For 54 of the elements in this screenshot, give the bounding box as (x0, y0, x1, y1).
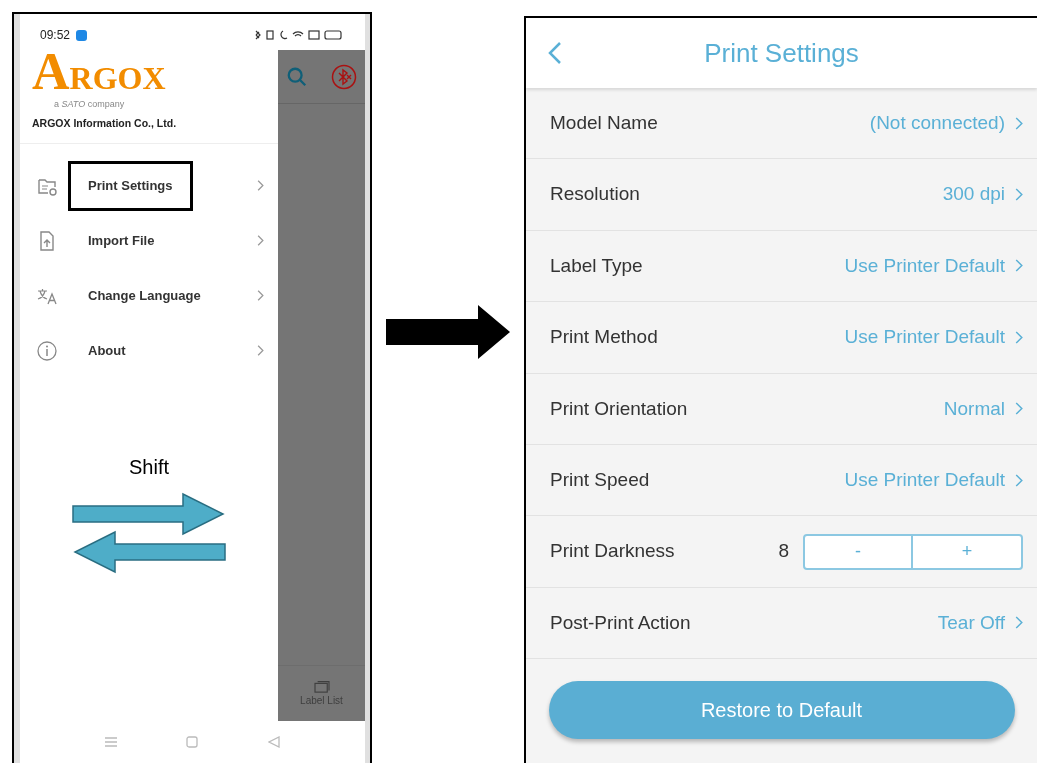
setting-label: Print Speed (550, 467, 650, 492)
setting-label: Print Orientation (550, 396, 688, 421)
app-notification-icon (76, 29, 88, 41)
chevron-right-icon (1015, 259, 1023, 273)
darkness-value: 8 (778, 539, 789, 564)
chevron-right-icon (257, 180, 264, 192)
menu-label: Import File (87, 232, 156, 250)
decrease-button[interactable]: - (803, 533, 913, 570)
chevron-right-icon (1015, 116, 1023, 130)
menu-label: Print Settings (68, 161, 193, 211)
company-name: ARGOX Information Co., Ltd. (32, 115, 178, 131)
chevron-right-icon (257, 235, 264, 247)
info-icon (36, 339, 58, 362)
setting-label: Print Darkness (550, 539, 675, 564)
brand-tagline: a SATO company (54, 98, 126, 111)
chevron-right-icon (1015, 188, 1023, 202)
setting-value-link[interactable]: Normal (943, 394, 1023, 423)
screen-title: Print Settings (704, 36, 859, 70)
setting-value-link[interactable]: Use Printer Default (844, 465, 1023, 495)
setting-label: Resolution (550, 182, 640, 207)
chevron-right-icon (1015, 473, 1023, 487)
drawer-menu-item[interactable]: Print Settings (20, 158, 278, 214)
setting-value-link[interactable]: 300 dpi (942, 180, 1023, 209)
chevron-right-icon (1015, 330, 1023, 344)
back-triangle-icon[interactable] (268, 736, 281, 748)
back-chevron-icon[interactable] (548, 41, 562, 65)
brand-logo: ARGOX (32, 52, 166, 98)
chevron-right-icon (257, 345, 264, 357)
menu-icon[interactable] (104, 737, 117, 747)
setting-label: Model Name (550, 110, 658, 135)
right-arrow-icon (386, 305, 510, 359)
menu-label: About (87, 342, 127, 360)
setting-label: Label Type (550, 253, 643, 278)
setting-value-link[interactable]: Tear Off (937, 608, 1023, 638)
chevron-right-icon (257, 290, 264, 302)
status-time: 09:52 (40, 27, 71, 44)
search-icon[interactable] (286, 65, 308, 88)
home-square-icon[interactable] (186, 736, 199, 748)
setting-value-link[interactable]: Use Printer Default (844, 251, 1023, 281)
shift-caption: Shift (129, 455, 169, 481)
increase-button[interactable]: + (913, 533, 1023, 570)
setting-label: Print Method (550, 325, 658, 350)
chevron-right-icon (1015, 616, 1023, 630)
bluetooth-off-icon[interactable] (331, 63, 357, 90)
drawer-menu-item[interactable]: About (20, 323, 278, 379)
setting-value-link[interactable]: Use Printer Default (844, 323, 1023, 352)
drawer-menu-item[interactable]: Import File (20, 213, 278, 269)
restore-default-button[interactable]: Restore to Default (548, 681, 1015, 740)
drawer-menu-item[interactable]: Change Language (20, 268, 278, 324)
setting-label: Post-Print Action (550, 610, 691, 635)
setting-value-link[interactable]: (Not connected) (869, 108, 1023, 138)
stacked-cards-icon (312, 679, 331, 693)
menu-label: Change Language (87, 287, 202, 305)
chevron-right-icon (1015, 402, 1023, 416)
